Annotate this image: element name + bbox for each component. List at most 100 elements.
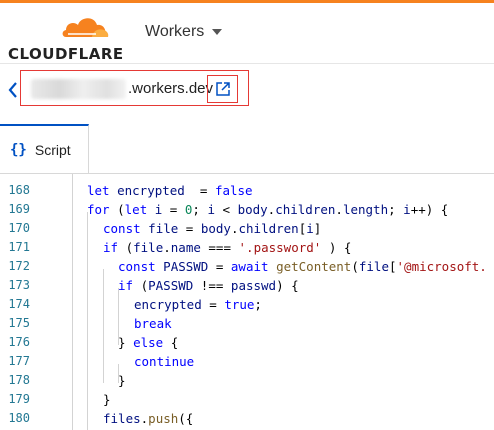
line-number: 168	[8, 183, 30, 197]
code-line[interactable]: } else {	[118, 333, 178, 352]
product-label: Workers	[145, 23, 205, 40]
line-number: 172	[8, 259, 30, 273]
code-token: <	[214, 202, 238, 217]
code-token: else	[133, 335, 164, 350]
code-line[interactable]: if (PASSWD !== passwd) {	[118, 276, 299, 295]
code-token: ++) {	[410, 202, 449, 217]
product-switcher[interactable]: Workers	[145, 23, 223, 41]
line-number: 179	[8, 392, 30, 406]
code-token: files	[103, 411, 141, 426]
line-number: 174	[8, 297, 30, 311]
indent-guide	[72, 174, 73, 430]
code-token: name	[170, 240, 201, 255]
code-token: (	[351, 259, 359, 274]
code-token: encrypted	[134, 297, 202, 312]
code-token: }	[103, 392, 111, 407]
line-number: 170	[8, 221, 30, 235]
line-number: 180	[8, 411, 30, 425]
code-token: [	[388, 259, 397, 274]
line-number: 169	[8, 202, 30, 216]
code-token: passwd	[230, 278, 277, 293]
code-token: children	[238, 221, 299, 236]
code-token: ;	[388, 202, 404, 217]
code-line[interactable]: let encrypted = false	[87, 181, 253, 200]
code-token: break	[134, 316, 172, 331]
code-line[interactable]: continue	[134, 352, 194, 371]
code-token: getContent	[276, 259, 352, 274]
line-number: 178	[8, 373, 30, 387]
code-token: {	[163, 335, 179, 350]
line-number: 177	[8, 354, 30, 368]
line-number-gutter: 168 169 170 171 172 173 174 175 176 177 178 179 180	[0, 174, 60, 430]
code-token: children	[275, 202, 336, 217]
braces-icon: {}	[10, 141, 27, 158]
code-line[interactable]: files.push({	[103, 409, 193, 428]
code-line[interactable]: for (let i = 0; i < body.children.length…	[87, 200, 448, 219]
code-token: '.password'	[238, 240, 322, 255]
code-token: for	[87, 202, 110, 217]
code-token: const	[118, 259, 156, 274]
code-token: await	[230, 259, 269, 274]
cloudflare-logo[interactable]: CLOUDFLARE	[8, 13, 123, 63]
editor-tab-bar: {} Script	[0, 118, 494, 174]
code-line[interactable]: }	[103, 390, 111, 409]
code-token: file	[140, 221, 179, 236]
code-token: ]	[313, 221, 322, 236]
external-link-icon	[215, 82, 230, 96]
code-token: (	[133, 278, 149, 293]
code-token: =	[178, 221, 201, 236]
code-token: =	[162, 202, 185, 217]
code-line[interactable]: encrypted = true;	[134, 295, 262, 314]
logo-wordmark: CLOUDFLARE	[8, 45, 124, 63]
code-token: ({	[178, 411, 194, 426]
code-token: !==	[193, 278, 231, 293]
code-line[interactable]: }	[118, 371, 126, 390]
code-token: (	[118, 240, 134, 255]
code-token: ;	[254, 297, 262, 312]
code-line[interactable]: if (file.name === '.password' ) {	[103, 238, 351, 257]
code-line[interactable]: break	[134, 314, 172, 333]
code-token: ) {	[321, 240, 352, 255]
open-url-button[interactable]	[207, 75, 238, 103]
code-token: .	[163, 240, 171, 255]
code-token: let	[87, 183, 110, 198]
chevron-left-icon[interactable]	[6, 80, 20, 100]
code-token: ;	[192, 202, 208, 217]
code-token: false	[214, 183, 253, 198]
code-token: body	[237, 202, 268, 217]
line-number: 173	[8, 278, 30, 292]
chevron-down-icon	[212, 29, 223, 35]
code-token: file	[133, 240, 164, 255]
code-token: continue	[134, 354, 195, 369]
code-token: if	[118, 278, 134, 293]
code-line[interactable]: const PASSWD = await getContent(file['@m…	[118, 257, 487, 276]
code-token: =	[208, 259, 231, 274]
line-number: 175	[8, 316, 30, 330]
code-token: length	[342, 202, 389, 217]
tab-label: Script	[34, 141, 71, 158]
code-token: i	[306, 221, 314, 236]
code-line[interactable]: const file = body.children[i]	[103, 219, 321, 238]
code-token: }	[118, 335, 134, 350]
code-area[interactable]: let encrypted = false for (let i = 0; i <…	[60, 174, 494, 430]
line-number: 171	[8, 240, 30, 254]
code-token: ===	[200, 240, 239, 255]
code-token: PASSWD	[148, 278, 194, 293]
top-header: CLOUDFLARE Workers	[0, 3, 494, 64]
code-token: =	[201, 297, 225, 312]
code-editor[interactable]: 168 169 170 171 172 173 174 175 176 177 178 179 180 …	[0, 174, 494, 430]
worker-url-highlight: .workers.dev	[20, 70, 249, 106]
worker-url-domain[interactable]: .workers.dev	[128, 80, 213, 97]
tab-script[interactable]: {} Script	[0, 124, 89, 173]
code-token: '@microsoft.	[396, 259, 487, 274]
worker-url-row: .workers.dev	[0, 64, 494, 118]
code-token: .	[335, 202, 343, 217]
cloud-icon	[62, 18, 109, 37]
code-token: if	[103, 240, 119, 255]
code-token: }	[118, 373, 126, 388]
redacted-subdomain	[31, 79, 126, 99]
code-token: =	[184, 183, 215, 198]
indent-guide	[103, 269, 104, 383]
code-token: ) {	[276, 278, 299, 293]
